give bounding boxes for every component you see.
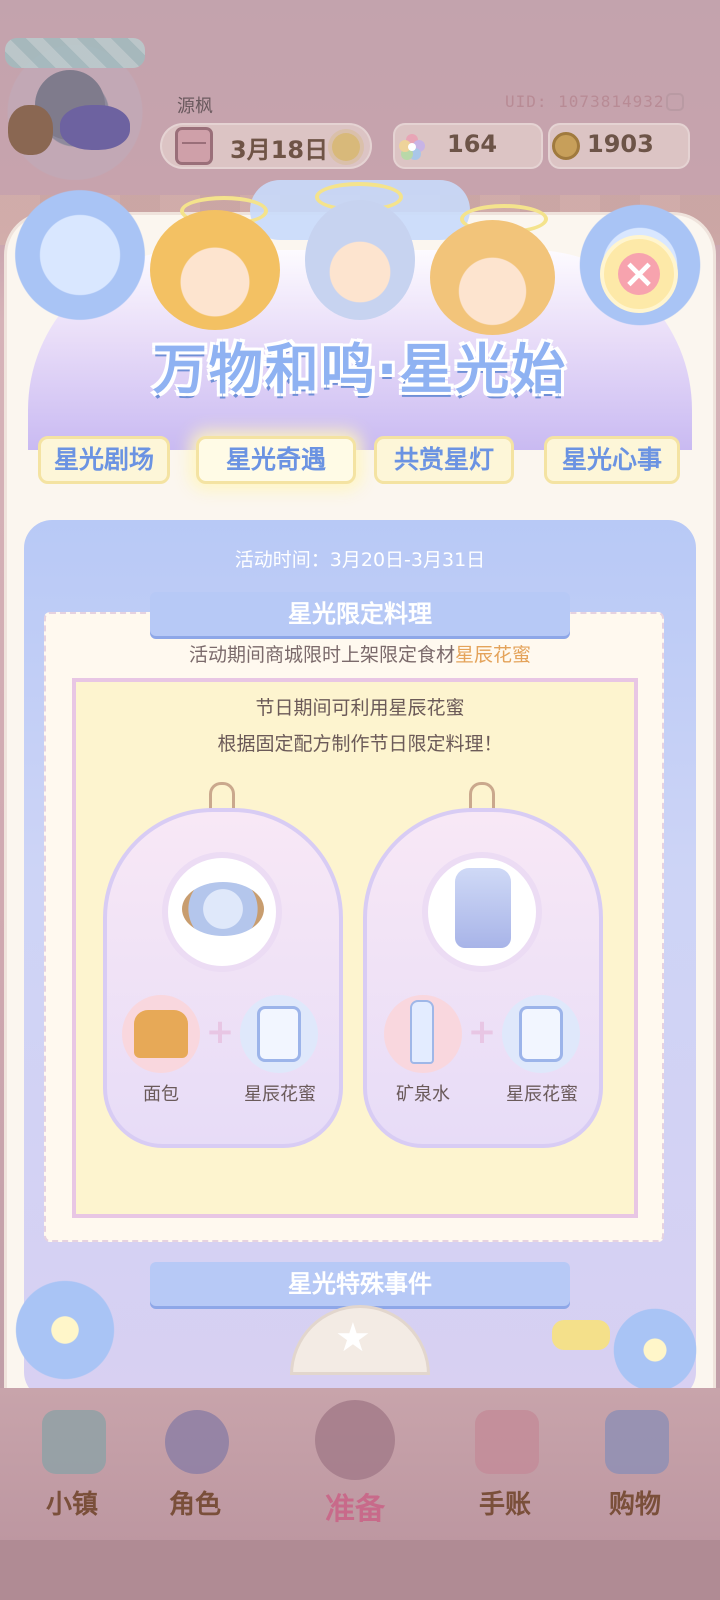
flower-cluster-bottom-right-icon [600,1300,710,1400]
ingredient-label: 矿泉水 [396,1084,450,1105]
bottom-strip [0,1540,720,1600]
close-x-icon: × [622,251,656,297]
water-bottle-icon [410,1000,434,1064]
tab-starlight-encounter[interactable]: 星光奇遇 [196,436,356,484]
tab-star-lanterns[interactable]: 共赏星灯 [374,436,514,484]
event-time: 活动时间：3月20日-3月31日 [234,549,486,571]
bread-icon [134,1010,188,1058]
nav-town[interactable]: 小镇 [17,1400,127,1520]
angel-character-silver [305,200,415,320]
recipe-intro-line1: 节日期间可利用星辰花蜜 [255,697,465,719]
star-icon: ★ [335,1315,371,1361]
player-name: 源枫 [177,96,213,117]
event-title: 万物和鸣·星光始 [152,338,568,401]
recipe-intro-line2: 根据固定配方制作节日限定料理！ [217,733,503,755]
coin-count: 1903 [587,130,654,158]
copy-uid-icon[interactable] [666,93,684,111]
angel-character-blonde [150,210,280,330]
description-text: 活动期间商城限时上架限定食材 [188,644,455,666]
shopping-bag-icon [605,1410,669,1474]
angel-character-curly [430,220,555,335]
ingredient-label: 星辰花蜜 [244,1084,316,1105]
highlight-ingredient: 星辰花蜜 [455,644,532,666]
close-button[interactable]: × [600,235,678,313]
nav-label: 购物 [608,1490,661,1520]
avatar-ribbon-decoration [5,38,145,68]
calendar-icon[interactable] [175,127,213,165]
rainbow-gem-icon [399,134,425,160]
player-uid: UID: 1073814932 [505,92,665,111]
ingredient-label: 面包 [143,1084,179,1105]
coin-icon [552,132,580,160]
gem-count: 164 [447,130,498,158]
section-heading-special-events: 星光特殊事件 [150,1262,570,1306]
tab-starlight-theater[interactable]: 星光剧场 [38,436,170,484]
flower-cluster-left-icon [10,185,150,325]
cuisine-description: 活动期间商城限时上架限定食材星辰花蜜 [0,640,720,667]
nav-prepare[interactable]: 准备 [300,1400,410,1527]
plus-icon: + [205,1012,235,1052]
nav-shopping[interactable]: 购物 [580,1400,690,1520]
starlight-pie-icon [182,882,264,936]
tab-starlight-thoughts[interactable]: 星光心事 [544,436,680,484]
flower-cluster-bottom-left-icon [0,1270,130,1390]
avatar-plush-icon [60,105,130,150]
nav-journal[interactable]: 手账 [450,1400,560,1520]
sun-icon [332,133,360,161]
nav-label: 小镇 [45,1490,98,1520]
avatar-bear-icon [8,105,53,155]
honey-jar-icon [257,1006,301,1062]
plus-icon: + [467,1012,497,1052]
starlight-drink-icon [455,868,511,948]
nav-label: 准备 [325,1492,385,1527]
nav-label: 手账 [478,1490,531,1520]
ingredient-label: 星辰花蜜 [506,1084,578,1105]
current-date: 3月18日 [230,136,329,164]
journal-book-icon [475,1410,539,1474]
section-heading-cuisine: 星光限定料理 [150,592,570,636]
honey-jar-icon [519,1006,563,1062]
character-icon [165,1410,229,1474]
map-icon [42,1410,106,1474]
nav-label: 角色 [168,1490,221,1520]
nav-character[interactable]: 角色 [140,1400,250,1520]
picnic-basket-icon [315,1400,395,1480]
